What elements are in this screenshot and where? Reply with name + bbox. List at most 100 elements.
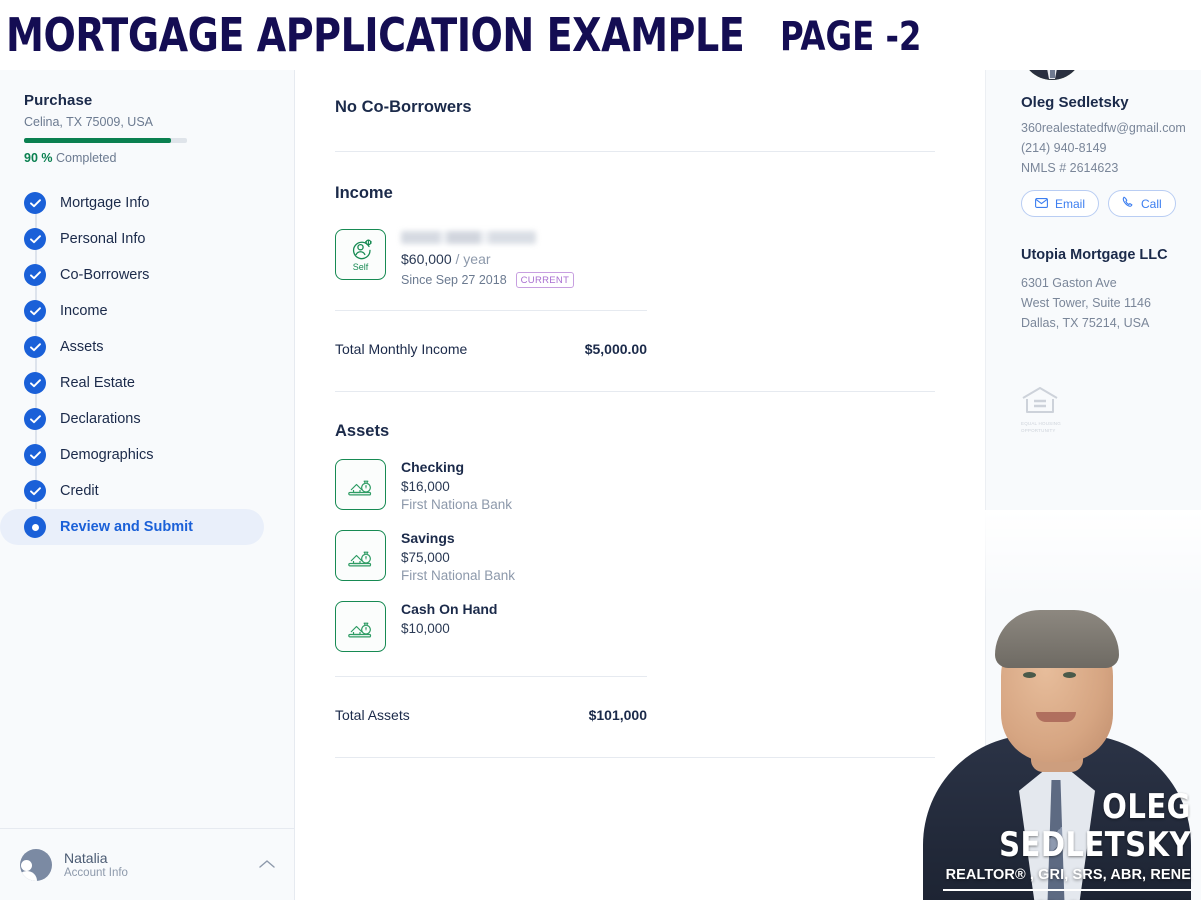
progress-bar [24,138,187,143]
asset-amount: $16,000 [401,479,450,494]
step-active-icon [24,516,46,538]
sidebar-step-personal-info[interactable]: Personal Info [0,221,294,257]
asset-row[interactable]: Cash On Hand $10,000 [335,601,935,652]
agent-photo-overlay: OLEG SEDLETSKY REALTOR® , GRI, SRS, ABR,… [901,510,1201,900]
income-entry[interactable]: Self $60,000 / year Since Sep 27 2018 CU… [335,229,935,288]
equal-housing-opportunity-icon: EQUAL HOUSING OPPORTUNITY [1021,385,1201,434]
income-period: / year [455,251,491,267]
assets-total-wrap: Total Assets $101,000 [335,676,647,723]
self-employment-icon: Self [335,229,386,280]
divider [335,310,647,311]
email-button-label: Email [1055,196,1086,211]
sidebar-step-mortgage-info[interactable]: Mortgage Info [0,185,294,221]
sidebar-step-label: Demographics [60,447,154,463]
income-total-wrap: Total Monthly Income $5,000.00 [335,310,647,357]
email-button[interactable]: Email [1021,190,1100,217]
sidebar-step-label: Income [60,303,108,319]
asset-amount: $75,000 [401,550,450,565]
step-check-icon [24,372,46,394]
app-page: MORTGAGE APPLICATION EXAMPLE PAGE -2 Pur… [0,0,1201,900]
agent-contact-buttons: Email Call [1021,190,1201,217]
sidebar-step-declarations[interactable]: Declarations [0,401,294,437]
sidebar-step-co-borrowers[interactable]: Co-Borrowers [0,257,294,293]
assets-heading: Assets [335,422,390,440]
status-badge: CURRENT [515,272,575,288]
sidebar-step-label: Declarations [60,411,141,427]
income-since-label: Since Sep 27 2018 [401,273,507,287]
progress-completed-label: Completed [55,151,117,165]
property-address: Celina, TX 75009, USA [24,115,154,129]
asset-row[interactable]: Savings $75,000 First National Bank [335,530,935,583]
income-total-label: Total Monthly Income [335,341,468,357]
step-check-icon [24,264,46,286]
asset-bank: First National Bank [401,568,516,583]
equal-housing-caption-1: EQUAL HOUSING [1021,421,1061,426]
step-check-icon [24,300,46,322]
money-bag-icon [335,459,386,510]
sidebar-step-label: Credit [60,483,99,499]
sidebar-summary: Purchase Celina, TX 75009, USA 90 % Comp… [0,70,294,165]
agent-email[interactable]: 360realestatedfw@gmail.com [1021,119,1201,137]
sidebar-step-label: Mortgage Info [60,195,150,211]
progress-bar-fill [24,138,171,143]
sidebar-step-demographics[interactable]: Demographics [0,437,294,473]
agent-banner: OLEG SEDLETSKY REALTOR® , GRI, SRS, ABR,… [901,782,1201,900]
sidebar: Purchase Celina, TX 75009, USA 90 % Comp… [0,70,295,900]
income-amount: $60,000 [401,251,452,267]
company-address: 6301 Gaston Ave West Tower, Suite 1146 D… [1021,273,1201,333]
sidebar-step-assets[interactable]: Assets [0,329,294,365]
account-subtitle: Account Info [64,867,128,879]
assets-total-value: $101,000 [588,707,647,723]
banner-agent-name: OLEG SEDLETSKY [999,787,1191,865]
sidebar-step-label: Assets [60,339,104,355]
page-number-label: PAGE -2 [780,14,922,60]
step-check-icon [24,192,46,214]
step-check-icon [24,480,46,502]
sidebar-step-label: Personal Info [60,231,146,247]
sidebar-step-label: Real Estate [60,375,135,391]
agent-nmls: NMLS # 2614623 [1021,161,1119,175]
step-check-icon [24,228,46,250]
agent-phone[interactable]: (214) 940-8149 [1021,139,1201,157]
header-banner: MORTGAGE APPLICATION EXAMPLE PAGE -2 [0,0,1201,70]
employer-name-redacted [401,231,536,244]
income-total-row: Total Monthly Income $5,000.00 [335,327,647,357]
assets-list: Checking $16,000 First Nationa Bank Savings… [335,459,935,652]
step-check-icon [24,336,46,358]
agent-name: Oleg Sedletsky [1021,94,1129,111]
page-title: MORTGAGE APPLICATION EXAMPLE [6,8,745,62]
asset-row[interactable]: Checking $16,000 First Nationa Bank [335,459,935,512]
step-check-icon [24,444,46,466]
money-bag-icon [335,530,386,581]
envelope-icon [1035,197,1048,211]
income-amount-line: $60,000 / year [401,251,574,267]
progress-percent: 90 % [24,151,53,165]
asset-amount: $10,000 [401,621,450,636]
user-avatar-icon [20,848,52,881]
income-icon-caption: Self [352,262,369,272]
sidebar-step-label: Review and Submit [60,519,193,535]
chevron-up-icon[interactable] [259,856,275,873]
company-name: Utopia Mortgage LLC [1021,247,1168,263]
divider [335,676,647,677]
sidebar-step-real-estate[interactable]: Real Estate [0,365,294,401]
call-button[interactable]: Call [1108,190,1176,217]
sidebar-step-income[interactable]: Income [0,293,294,329]
banner-role: MORTGAGE LOAN ORIGINATOR [911,895,1191,900]
assets-total-label: Total Assets [335,707,410,723]
equal-housing-caption-2: OPPORTUNITY [1021,428,1056,433]
call-button-label: Call [1141,196,1162,211]
account-footer[interactable]: Natalia Account Info [0,828,295,900]
divider [335,151,935,152]
income-heading: Income [335,184,393,202]
sidebar-step-review-and-submit[interactable]: Review and Submit [0,509,264,545]
main-content: No Co-Borrowers Income Self $60,000 / ye… [295,70,985,900]
sidebar-step-label: Co-Borrowers [60,267,150,283]
asset-bank: First Nationa Bank [401,497,513,512]
company-address-line-2: West Tower, Suite 1146 [1021,296,1151,310]
banner-designations: REALTOR® , GRI, SRS, ABR, RENE [945,867,1191,883]
money-bag-icon [335,601,386,652]
company-address-line-1: 6301 Gaston Ave [1021,276,1117,290]
sidebar-step-credit[interactable]: Credit [0,473,294,509]
income-since-line: Since Sep 27 2018 CURRENT [401,272,575,288]
